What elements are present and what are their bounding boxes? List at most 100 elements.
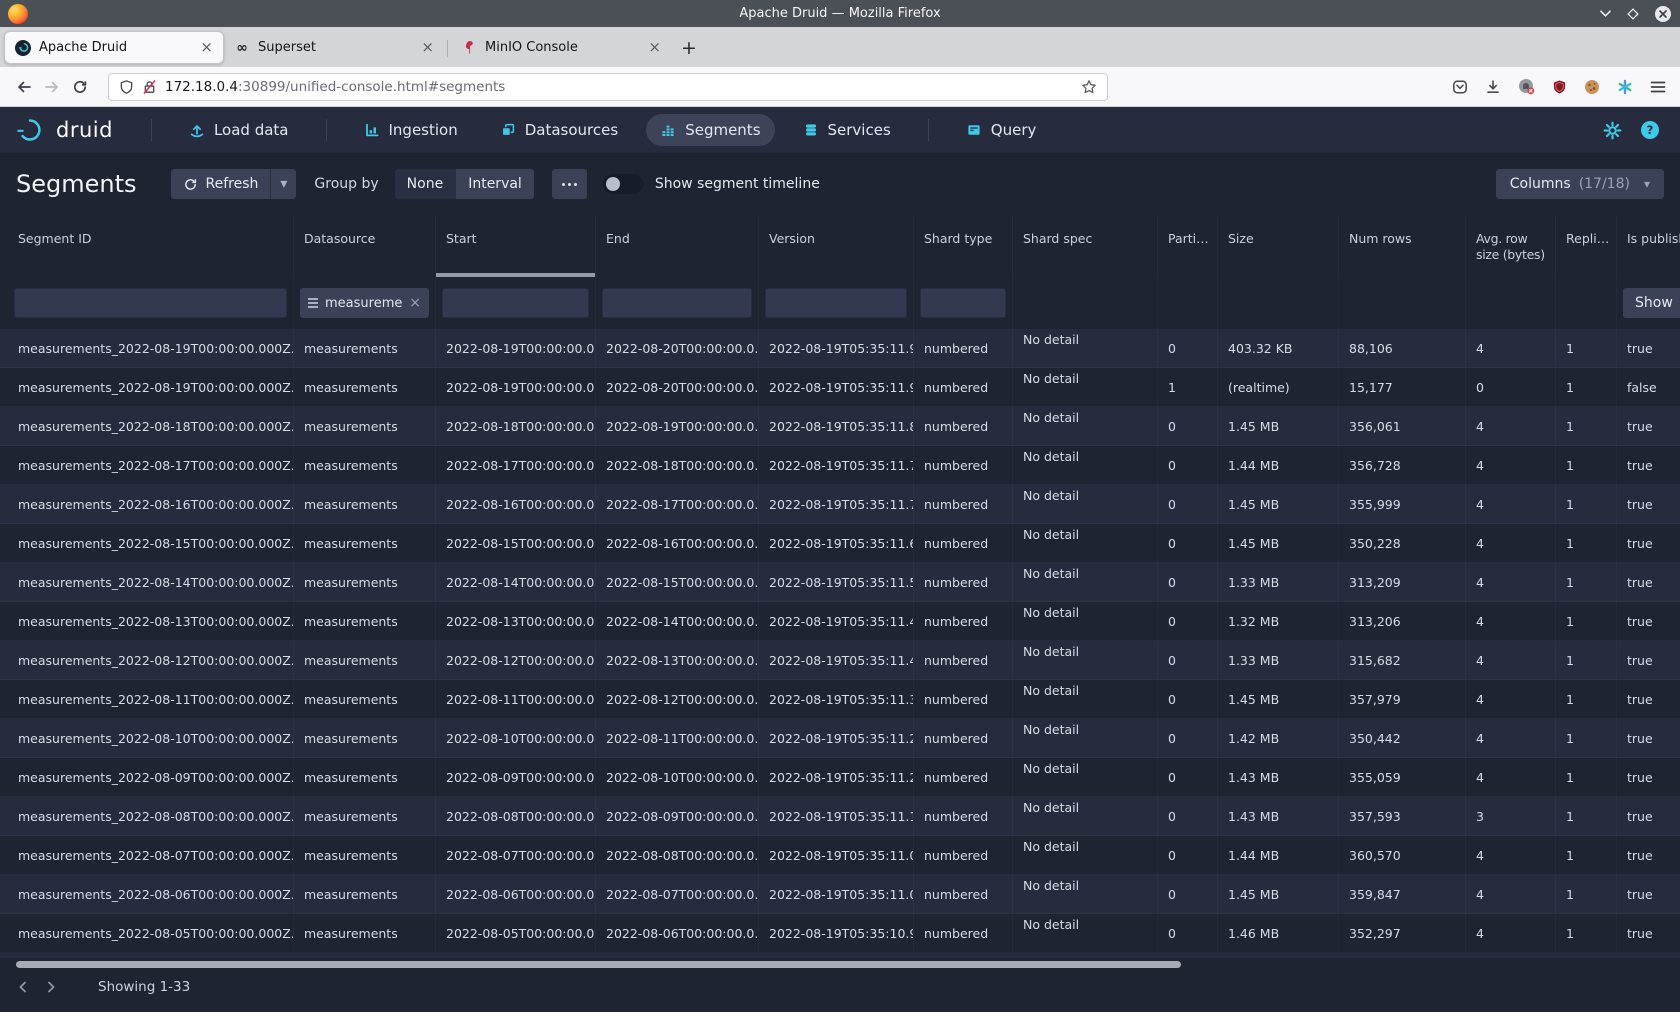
cell-avg-row-size[interactable]: 0 bbox=[1466, 368, 1556, 406]
tab-close-icon[interactable]: × bbox=[648, 40, 661, 55]
cell-start[interactable]: 2022-08-14T00:00:00.0... bbox=[436, 563, 596, 601]
cell-start[interactable]: 2022-08-17T00:00:00.0... bbox=[436, 446, 596, 484]
cell-num-rows[interactable]: 360,570 bbox=[1339, 836, 1466, 874]
cell-shard-type[interactable]: numbered bbox=[914, 914, 1013, 952]
nav-item-load-data[interactable]: Load data bbox=[175, 114, 303, 146]
cell-shard-type[interactable]: numbered bbox=[914, 446, 1013, 484]
cell-segment-id[interactable]: measurements_2022-08-14T00:00:00.000Z... bbox=[0, 563, 294, 601]
cell-version[interactable]: 2022-08-19T05:35:11.6... bbox=[759, 524, 914, 562]
cell-num-rows[interactable]: 315,682 bbox=[1339, 641, 1466, 679]
cell-num-rows[interactable]: 313,206 bbox=[1339, 602, 1466, 640]
cell-version[interactable]: 2022-08-19T05:35:10.9... bbox=[759, 914, 914, 952]
cell-start[interactable]: 2022-08-12T00:00:00.0... bbox=[436, 641, 596, 679]
cell-datasource[interactable]: measurements bbox=[294, 641, 436, 679]
cell-segment-id[interactable]: measurements_2022-08-07T00:00:00.000Z... bbox=[0, 836, 294, 874]
cell-shard-type[interactable]: numbered bbox=[914, 875, 1013, 913]
cell-start[interactable]: 2022-08-13T00:00:00.0... bbox=[436, 602, 596, 640]
pocket-icon[interactable] bbox=[1452, 79, 1468, 95]
cell-start[interactable]: 2022-08-09T00:00:00.0... bbox=[436, 758, 596, 796]
table-row[interactable]: measurements_2022-08-10T00:00:00.000Z...… bbox=[0, 719, 1680, 758]
cell-partition[interactable]: 0 bbox=[1158, 563, 1218, 601]
group-by-none-button[interactable]: None bbox=[395, 169, 456, 199]
cell-partition[interactable]: 0 bbox=[1158, 485, 1218, 523]
cell-partition[interactable]: 0 bbox=[1158, 524, 1218, 562]
cell-num-rows[interactable]: 15,177 bbox=[1339, 368, 1466, 406]
segment-id-filter-input[interactable] bbox=[14, 288, 287, 318]
cell-segment-id[interactable]: measurements_2022-08-13T00:00:00.000Z... bbox=[0, 602, 294, 640]
cell-version[interactable]: 2022-08-19T05:35:11.2... bbox=[759, 719, 914, 757]
cell-start[interactable]: 2022-08-19T00:00:00.0... bbox=[436, 329, 596, 367]
table-row[interactable]: measurements_2022-08-06T00:00:00.000Z...… bbox=[0, 875, 1680, 914]
cell-partition[interactable]: 0 bbox=[1158, 719, 1218, 757]
cell-is-published[interactable]: true bbox=[1617, 446, 1680, 484]
cell-start[interactable]: 2022-08-19T00:00:00.0... bbox=[436, 368, 596, 406]
cell-segment-id[interactable]: measurements_2022-08-19T00:00:00.000Z... bbox=[0, 329, 294, 367]
cell-segment-id[interactable]: measurements_2022-08-12T00:00:00.000Z... bbox=[0, 641, 294, 679]
cell-replicas[interactable]: 1 bbox=[1556, 875, 1617, 913]
cell-segment-id[interactable]: measurements_2022-08-17T00:00:00.000Z... bbox=[0, 446, 294, 484]
cell-num-rows[interactable]: 359,847 bbox=[1339, 875, 1466, 913]
table-row[interactable]: measurements_2022-08-13T00:00:00.000Z...… bbox=[0, 602, 1680, 641]
cell-replicas[interactable]: 1 bbox=[1556, 368, 1617, 406]
cell-shard-spec[interactable]: No detail bbox=[1013, 719, 1158, 757]
cell-datasource[interactable]: measurements bbox=[294, 407, 436, 445]
cell-partition[interactable]: 0 bbox=[1158, 680, 1218, 718]
cell-avg-row-size[interactable]: 4 bbox=[1466, 914, 1556, 952]
url-text[interactable]: 172.18.0.4:30899/unified-console.html#se… bbox=[165, 79, 1073, 95]
is-published-filter-button[interactable]: Show bbox=[1623, 288, 1680, 318]
cell-shard-type[interactable]: numbered bbox=[914, 407, 1013, 445]
cell-datasource[interactable]: measurements bbox=[294, 524, 436, 562]
cell-segment-id[interactable]: measurements_2022-08-10T00:00:00.000Z... bbox=[0, 719, 294, 757]
cell-is-published[interactable]: false bbox=[1617, 368, 1680, 406]
cell-avg-row-size[interactable]: 4 bbox=[1466, 329, 1556, 367]
column-header-num-rows[interactable]: Num rows bbox=[1339, 215, 1466, 277]
cell-version[interactable]: 2022-08-19T05:35:11.3... bbox=[759, 680, 914, 718]
cell-num-rows[interactable]: 356,728 bbox=[1339, 446, 1466, 484]
cell-version[interactable]: 2022-08-19T05:35:11.4... bbox=[759, 602, 914, 640]
cell-is-published[interactable]: true bbox=[1617, 836, 1680, 874]
cell-shard-type[interactable]: numbered bbox=[914, 641, 1013, 679]
cell-datasource[interactable]: measurements bbox=[294, 602, 436, 640]
cell-start[interactable]: 2022-08-06T00:00:00.0... bbox=[436, 875, 596, 913]
cell-start[interactable]: 2022-08-16T00:00:00.0... bbox=[436, 485, 596, 523]
cell-size[interactable]: 1.43 MB bbox=[1218, 797, 1339, 835]
cell-num-rows[interactable]: 88,106 bbox=[1339, 329, 1466, 367]
cell-partition[interactable]: 0 bbox=[1158, 836, 1218, 874]
nav-item-segments[interactable]: Segments bbox=[646, 114, 774, 146]
cell-shard-type[interactable]: numbered bbox=[914, 524, 1013, 562]
cell-shard-type[interactable]: numbered bbox=[914, 719, 1013, 757]
cell-version[interactable]: 2022-08-19T05:35:11.0... bbox=[759, 875, 914, 913]
table-row[interactable]: measurements_2022-08-19T00:00:00.000Z...… bbox=[0, 368, 1680, 407]
cell-size[interactable]: 1.45 MB bbox=[1218, 680, 1339, 718]
cell-size[interactable]: 1.45 MB bbox=[1218, 407, 1339, 445]
column-header-end[interactable]: End bbox=[596, 215, 759, 277]
nav-item-query[interactable]: Query bbox=[952, 114, 1051, 146]
cell-shard-spec[interactable]: No detail bbox=[1013, 329, 1158, 367]
settings-gear-icon[interactable] bbox=[1603, 121, 1622, 140]
extension-asterisk-icon[interactable] bbox=[1617, 79, 1633, 95]
cell-num-rows[interactable]: 355,059 bbox=[1339, 758, 1466, 796]
horizontal-scrollbar[interactable] bbox=[16, 961, 1181, 968]
version-filter-input[interactable] bbox=[765, 288, 907, 318]
cell-num-rows[interactable]: 357,593 bbox=[1339, 797, 1466, 835]
cell-partition[interactable]: 0 bbox=[1158, 446, 1218, 484]
cell-shard-spec[interactable]: No detail bbox=[1013, 524, 1158, 562]
cell-datasource[interactable]: measurements bbox=[294, 563, 436, 601]
start-filter-input[interactable] bbox=[442, 288, 589, 318]
cell-partition[interactable]: 0 bbox=[1158, 758, 1218, 796]
table-row[interactable]: measurements_2022-08-16T00:00:00.000Z...… bbox=[0, 485, 1680, 524]
ublock-origin-icon[interactable] bbox=[1552, 79, 1567, 95]
cell-replicas[interactable]: 1 bbox=[1556, 485, 1617, 523]
cell-segment-id[interactable]: measurements_2022-08-16T00:00:00.000Z... bbox=[0, 485, 294, 523]
cell-is-published[interactable]: true bbox=[1617, 329, 1680, 367]
cell-is-published[interactable]: true bbox=[1617, 719, 1680, 757]
window-maximize-button[interactable] bbox=[1626, 7, 1640, 21]
cell-shard-type[interactable]: numbered bbox=[914, 680, 1013, 718]
extension-disabled-icon[interactable] bbox=[1518, 78, 1535, 95]
cell-end[interactable]: 2022-08-19T00:00:00.0... bbox=[596, 407, 759, 445]
cell-avg-row-size[interactable]: 4 bbox=[1466, 875, 1556, 913]
tab-close-icon[interactable]: × bbox=[200, 40, 213, 55]
bookmark-star-icon[interactable] bbox=[1081, 79, 1097, 95]
cell-end[interactable]: 2022-08-13T00:00:00.0... bbox=[596, 641, 759, 679]
cell-avg-row-size[interactable]: 4 bbox=[1466, 680, 1556, 718]
